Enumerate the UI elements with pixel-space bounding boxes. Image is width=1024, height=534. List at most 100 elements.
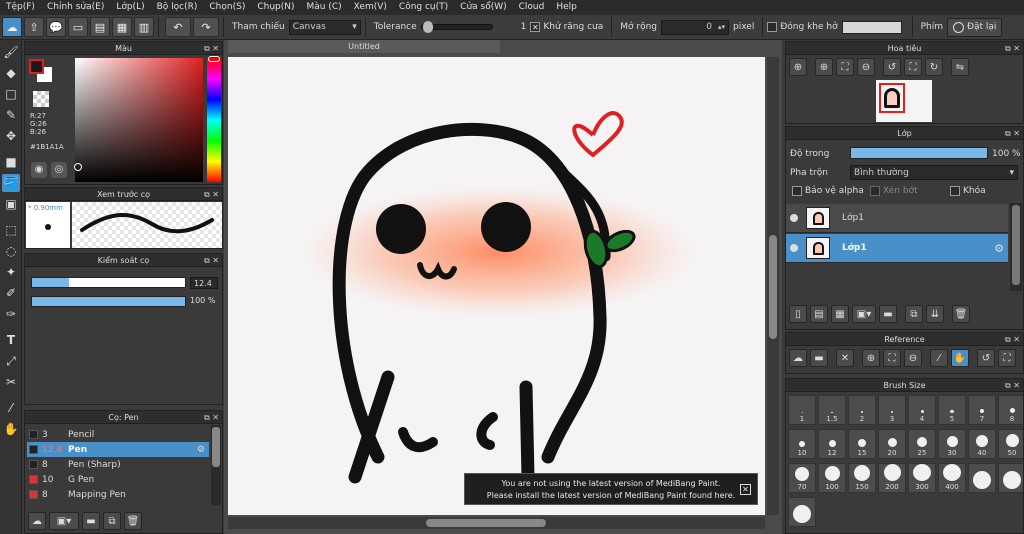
saturation-value-picker[interactable] — [75, 58, 203, 182]
menu-item[interactable]: Cloud — [513, 0, 551, 15]
antialias-checkbox[interactable]: ✕ — [530, 22, 541, 32]
vertical-scrollbar[interactable] — [767, 57, 779, 515]
visibility-icon[interactable] — [790, 214, 798, 222]
brush-size-cell[interactable] — [788, 497, 816, 527]
flip-icon[interactable]: ⇋ — [951, 58, 969, 76]
cloud-icon[interactable]: ☁ — [2, 17, 22, 37]
brush-size-value[interactable]: 12.4 — [190, 277, 218, 289]
bucket-icon[interactable]: 🪣 — [2, 174, 20, 192]
hue-slider[interactable] — [207, 58, 221, 182]
duplicate-layer-icon[interactable]: ⧉ — [905, 305, 923, 323]
brush-size-cell[interactable]: 10 — [788, 429, 816, 459]
undo-icon[interactable]: ↶ — [165, 17, 191, 37]
new-layer-icon[interactable]: ▯ — [789, 305, 807, 323]
rotate-left-icon[interactable]: ↺ — [883, 58, 901, 76]
layer-folder-icon[interactable]: ▬ — [879, 305, 897, 323]
update-notice[interactable]: You are not using the latest version of … — [464, 473, 758, 505]
reference-select[interactable]: Canvas ▾ — [288, 19, 361, 35]
panel-close-icon[interactable]: ⧉ ✕ — [204, 42, 219, 55]
brush-size-cell[interactable]: 4 — [908, 395, 936, 425]
layer-row[interactable]: Lớp1 ⚙ — [786, 234, 1008, 263]
new-halftone-layer-icon[interactable]: ▤ — [810, 305, 828, 323]
menu-item[interactable]: Màu (C) — [301, 0, 348, 15]
open-folder-icon[interactable]: ▬ — [810, 349, 828, 367]
horizontal-scrollbar[interactable] — [228, 517, 765, 529]
brush-size-cell[interactable] — [968, 463, 996, 493]
new-8bit-layer-icon[interactable]: ▦ — [831, 305, 849, 323]
reset-view-icon[interactable]: ⛶ — [998, 349, 1016, 367]
expand-stepper[interactable]: 0 ▴▾ — [661, 19, 730, 35]
menu-item[interactable]: Chỉnh sửa(E) — [41, 0, 110, 15]
foreground-color-swatch[interactable] — [29, 59, 44, 74]
brush-list-item[interactable]: 12.4 Pen ⚙ — [27, 442, 209, 457]
brush-size-slider[interactable] — [31, 277, 186, 288]
visibility-icon[interactable] — [790, 244, 798, 252]
brush-size-cell[interactable]: 20 — [878, 429, 906, 459]
zoom-out-icon[interactable]: ⊖ — [857, 58, 875, 76]
brush-size-cell[interactable]: 25 — [908, 429, 936, 459]
layer-row[interactable]: Lớp1 — [786, 204, 1008, 233]
panel-close-icon[interactable]: ⧉ ✕ — [204, 411, 219, 424]
menu-item[interactable]: Help — [550, 0, 583, 15]
brush-size-cell[interactable]: 8 — [998, 395, 1023, 425]
menu-item[interactable]: Lớp(L) — [110, 0, 150, 15]
spinner-icon[interactable]: ▴▾ — [718, 23, 725, 31]
protect-alpha-checkbox[interactable] — [792, 186, 802, 196]
lock-option[interactable]: Khóa — [950, 186, 986, 196]
palette-add-icon[interactable]: ◎ — [51, 162, 67, 178]
layer-list-scrollbar[interactable] — [1010, 203, 1022, 291]
palette-icon[interactable]: ◉ — [31, 162, 47, 178]
drawing-canvas[interactable] — [228, 57, 765, 515]
operation-icon[interactable]: ⤢ — [2, 352, 20, 370]
folder-icon[interactable]: ▬ — [82, 512, 100, 530]
picker-cursor[interactable] — [74, 163, 82, 171]
fit-icon[interactable]: ⛶ — [836, 58, 854, 76]
menu-item[interactable]: Tệp(F) — [0, 0, 41, 15]
panel-close-icon[interactable]: ⧉ ✕ — [204, 254, 219, 267]
hand-icon[interactable]: ✋ — [951, 349, 969, 367]
dot-brush-icon[interactable]: ✎ — [2, 106, 20, 124]
tolerance-slider-knob[interactable] — [422, 21, 433, 33]
brush-size-cell[interactable]: 1.5 — [818, 395, 846, 425]
zoom-in-icon[interactable]: ⊕ — [789, 58, 807, 76]
hue-slider-knob[interactable] — [208, 56, 220, 62]
add-layer-menu-icon[interactable]: ▣▾ — [852, 305, 876, 323]
clipping-checkbox[interactable] — [870, 186, 880, 196]
text-icon[interactable]: T — [2, 331, 20, 349]
rotate-right-icon[interactable]: ↻ — [925, 58, 943, 76]
redo-icon[interactable]: ↷ — [193, 17, 219, 37]
comment-icon[interactable]: 💬 — [46, 17, 66, 37]
zoom-in-icon[interactable]: ⊕ — [815, 58, 833, 76]
brush-size-cell[interactable]: 400 — [938, 463, 966, 493]
brush-size-cell[interactable]: 30 — [938, 429, 966, 459]
brush-size-cell[interactable]: 1 — [788, 395, 816, 425]
hand-icon[interactable]: ✋ — [2, 420, 20, 438]
menu-item[interactable]: Công cụ(T) — [393, 0, 454, 15]
cloud-reference-icon[interactable]: ☁ — [789, 349, 807, 367]
panel-close-icon[interactable]: ⧉ ✕ — [204, 188, 219, 201]
navigator-thumbnail[interactable] — [876, 80, 932, 122]
lasso-icon[interactable]: ◌ — [2, 242, 20, 260]
tolerance-slider[interactable] — [420, 21, 493, 33]
scrollbar-thumb[interactable] — [212, 427, 220, 467]
panel-close-icon[interactable]: ⧉ ✕ — [1005, 127, 1020, 140]
select-pen-icon[interactable]: ✐ — [2, 284, 20, 302]
brush-size-cell[interactable]: 50 — [998, 429, 1023, 459]
copy-brush-icon[interactable]: ⧉ — [103, 512, 121, 530]
lock-checkbox[interactable] — [950, 186, 960, 196]
vertical-scrollbar-thumb[interactable] — [769, 235, 777, 339]
gradient-icon[interactable]: ▣ — [2, 195, 20, 213]
export-icon[interactable]: ⇧ — [24, 17, 44, 37]
brush-icon[interactable]: 🖌 — [2, 43, 20, 61]
fill-rect-icon[interactable]: ■ — [2, 153, 20, 171]
close-icon[interactable]: ✕ — [836, 349, 854, 367]
brush-size-cell[interactable]: 70 — [788, 463, 816, 493]
menu-item[interactable]: Bộ lọc(R) — [151, 0, 204, 15]
delete-layer-icon[interactable]: 🗑 — [952, 305, 970, 323]
rotate-icon[interactable]: ↺ — [977, 349, 995, 367]
select-eraser-icon[interactable]: ✑ — [2, 305, 20, 323]
magic-wand-icon[interactable]: ✦ — [2, 263, 20, 281]
move-icon[interactable]: ✥ — [2, 127, 20, 145]
layer-opacity-slider[interactable] — [850, 147, 988, 159]
add-brush-icon[interactable]: ▣▾ — [49, 512, 79, 530]
